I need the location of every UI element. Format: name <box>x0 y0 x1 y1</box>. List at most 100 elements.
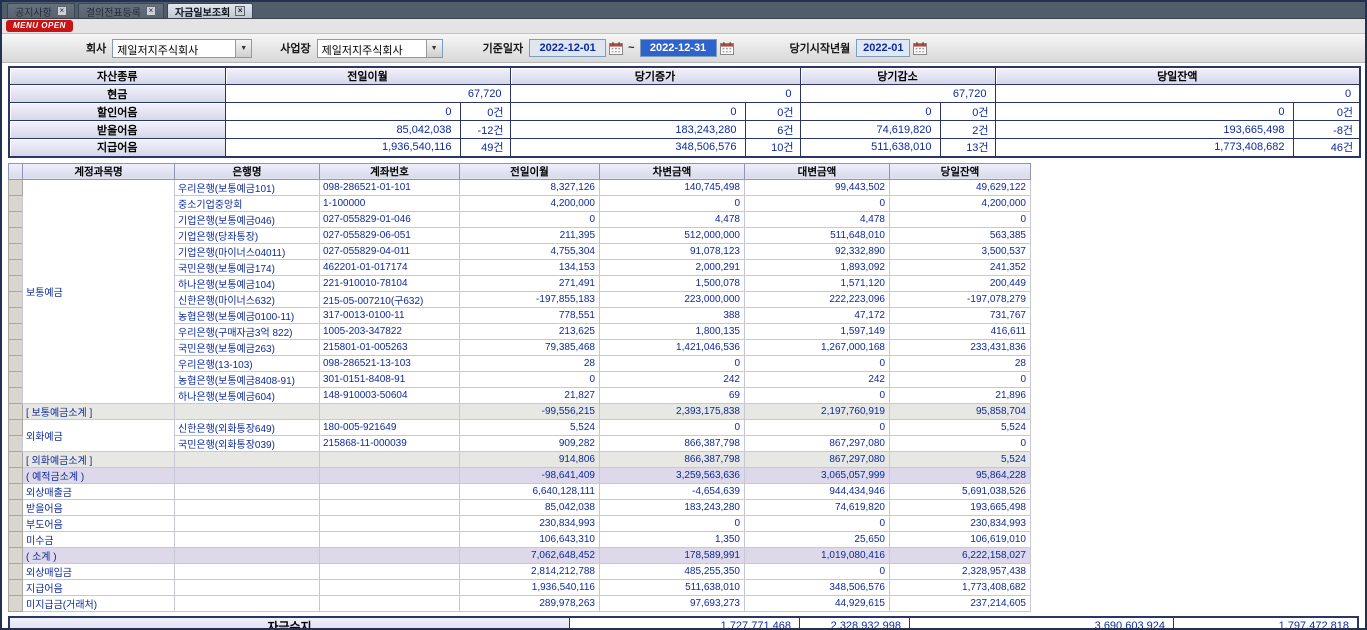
credit-amount-cell[interactable]: 1,267,000,168 <box>745 339 890 355</box>
prev-carryover-cell[interactable]: 0 <box>460 211 600 227</box>
credit-amount-cell[interactable]: 3,065,057,999 <box>745 467 890 483</box>
calendar-icon[interactable] <box>913 42 927 55</box>
debit-amount-cell[interactable]: 178,589,991 <box>600 547 745 563</box>
account-no-cell[interactable] <box>320 595 460 611</box>
account-no-cell[interactable] <box>320 451 460 467</box>
row-selector[interactable] <box>9 339 23 355</box>
close-icon[interactable]: × <box>235 6 245 16</box>
bank-name-cell[interactable]: 신한은행(외화통장649) <box>175 419 320 435</box>
prev-carryover-cell[interactable]: -197,855,183 <box>460 291 600 307</box>
debit-amount-cell[interactable]: 69 <box>600 387 745 403</box>
debit-amount-cell[interactable]: 1,350 <box>600 531 745 547</box>
company-select[interactable]: 제일저지주식회사 ▼ <box>112 39 252 58</box>
bank-name-cell[interactable] <box>175 467 320 483</box>
account-label-cell[interactable]: 부도어음 <box>23 515 175 531</box>
daily-balance-cell[interactable]: 5,524 <box>890 451 1031 467</box>
daily-balance-cell[interactable]: 731,767 <box>890 307 1031 323</box>
debit-amount-cell[interactable]: 0 <box>600 515 745 531</box>
date-from-input[interactable]: 2022-12-01 <box>529 39 606 57</box>
prev-carryover-cell[interactable]: 909,282 <box>460 435 600 451</box>
bank-name-cell[interactable] <box>175 451 320 467</box>
credit-amount-cell[interactable]: 0 <box>745 355 890 371</box>
prev-carryover-cell[interactable]: 211,395 <box>460 227 600 243</box>
daily-balance-cell[interactable]: 106,619,010 <box>890 531 1031 547</box>
bank-name-cell[interactable]: 국민은행(외화통장039) <box>175 435 320 451</box>
daily-balance-cell[interactable]: 0 <box>890 371 1031 387</box>
prev-carryover-cell[interactable]: 289,978,263 <box>460 595 600 611</box>
debit-amount-cell[interactable]: 1,421,046,536 <box>600 339 745 355</box>
date-to-input[interactable]: 2022-12-31 <box>640 39 717 57</box>
debit-amount-cell[interactable]: 512,000,000 <box>600 227 745 243</box>
daily-balance-cell[interactable]: 230,834,993 <box>890 515 1031 531</box>
account-no-cell[interactable] <box>320 515 460 531</box>
account-no-cell[interactable]: 098-286521-01-101 <box>320 179 460 195</box>
debit-amount-cell[interactable]: 140,745,498 <box>600 179 745 195</box>
prev-carryover-cell[interactable]: 85,042,038 <box>460 499 600 515</box>
credit-amount-cell[interactable]: 44,929,615 <box>745 595 890 611</box>
debit-amount-cell[interactable]: 485,255,350 <box>600 563 745 579</box>
account-no-cell[interactable]: 148-910003-50604 <box>320 387 460 403</box>
chevron-down-icon[interactable]: ▼ <box>426 40 442 57</box>
account-no-cell[interactable] <box>320 499 460 515</box>
row-selector[interactable] <box>9 371 23 387</box>
account-no-cell[interactable]: 215868-11-000039 <box>320 435 460 451</box>
bank-name-cell[interactable] <box>175 547 320 563</box>
account-no-cell[interactable]: 027-055829-01-046 <box>320 211 460 227</box>
bank-name-cell[interactable]: 하나은행(보통예금604) <box>175 387 320 403</box>
row-selector[interactable] <box>9 595 23 611</box>
account-label-cell[interactable]: 지급어음 <box>23 579 175 595</box>
account-no-cell[interactable]: 317-0013-0100-11 <box>320 307 460 323</box>
credit-amount-cell[interactable]: 25,650 <box>745 531 890 547</box>
account-label-cell[interactable]: 받을어음 <box>23 499 175 515</box>
site-select[interactable]: 제일저지주식회사 ▼ <box>317 39 443 58</box>
bank-name-cell[interactable]: 기업은행(마이너스04011) <box>175 243 320 259</box>
row-selector[interactable] <box>9 323 23 339</box>
row-selector[interactable] <box>9 419 23 435</box>
account-no-cell[interactable] <box>320 403 460 419</box>
account-no-cell[interactable]: 301-0151-8408-91 <box>320 371 460 387</box>
account-no-cell[interactable]: 098-286521-13-103 <box>320 355 460 371</box>
debit-amount-cell[interactable]: 242 <box>600 371 745 387</box>
debit-amount-cell[interactable]: 866,387,798 <box>600 435 745 451</box>
debit-amount-cell[interactable]: 1,800,135 <box>600 323 745 339</box>
row-selector[interactable] <box>9 483 23 499</box>
account-label-cell[interactable]: 미수금 <box>23 531 175 547</box>
row-selector[interactable] <box>9 451 23 467</box>
row-selector[interactable] <box>9 387 23 403</box>
credit-amount-cell[interactable]: 1,893,092 <box>745 259 890 275</box>
daily-balance-cell[interactable]: 193,665,498 <box>890 499 1031 515</box>
credit-amount-cell[interactable]: 944,434,946 <box>745 483 890 499</box>
row-selector[interactable] <box>9 307 23 323</box>
prev-carryover-cell[interactable]: 914,806 <box>460 451 600 467</box>
debit-amount-cell[interactable]: 866,387,798 <box>600 451 745 467</box>
bank-name-cell[interactable]: 하나은행(보통예금104) <box>175 275 320 291</box>
row-selector[interactable] <box>9 499 23 515</box>
account-no-cell[interactable]: 1-100000 <box>320 195 460 211</box>
daily-balance-cell[interactable]: 4,200,000 <box>890 195 1031 211</box>
debit-amount-cell[interactable]: 0 <box>600 419 745 435</box>
bank-name-cell[interactable]: 기업은행(당좌통장) <box>175 227 320 243</box>
account-no-cell[interactable]: 1005-203-347822 <box>320 323 460 339</box>
credit-amount-cell[interactable]: 74,619,820 <box>745 499 890 515</box>
debit-amount-cell[interactable]: 388 <box>600 307 745 323</box>
credit-amount-cell[interactable]: 511,648,010 <box>745 227 890 243</box>
debit-amount-cell[interactable]: 183,243,280 <box>600 499 745 515</box>
debit-amount-cell[interactable]: 0 <box>600 355 745 371</box>
row-selector[interactable] <box>9 259 23 275</box>
prev-carryover-cell[interactable]: -99,556,215 <box>460 403 600 419</box>
debit-amount-cell[interactable]: 0 <box>600 195 745 211</box>
account-no-cell[interactable]: 180-005-921649 <box>320 419 460 435</box>
daily-balance-cell[interactable]: 416,611 <box>890 323 1031 339</box>
account-no-cell[interactable]: 215801-01-005263 <box>320 339 460 355</box>
account-label-cell[interactable]: ( 소계 ) <box>23 547 175 563</box>
tab-voucher-entry[interactable]: 결의전표등록 × <box>78 3 164 18</box>
prev-carryover-cell[interactable]: 4,755,304 <box>460 243 600 259</box>
credit-amount-cell[interactable]: 0 <box>745 563 890 579</box>
daily-balance-cell[interactable]: 49,629,122 <box>890 179 1031 195</box>
account-no-cell[interactable] <box>320 563 460 579</box>
daily-balance-cell[interactable]: 1,773,408,682 <box>890 579 1031 595</box>
tab-fund-daily-report[interactable]: 자금일보조회 × <box>167 3 253 18</box>
daily-balance-cell[interactable]: 0 <box>890 435 1031 451</box>
daily-balance-cell[interactable]: 563,385 <box>890 227 1031 243</box>
bank-name-cell[interactable]: 우리은행(13-103) <box>175 355 320 371</box>
